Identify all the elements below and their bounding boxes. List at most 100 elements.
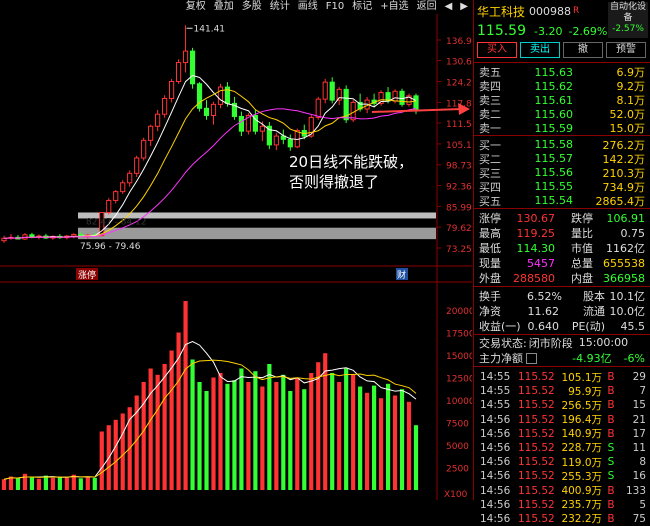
candle-down [287,138,293,148]
trade-time: 14:56 [480,470,511,483]
volume-bar [162,364,167,490]
trade-volume: 235.7万 [561,499,602,512]
fund-value: 10.1亿 [609,290,646,304]
stat-value: 119.25 [516,226,556,240]
trade-side: S [607,470,615,483]
fund-row: 净资 11.62 流通 10.0亿 [474,304,650,319]
trade-count: 8 [639,456,646,469]
trade-count: 17 [632,427,646,440]
stat-value: 366958 [603,271,645,285]
price-tick-label: 105.1 [446,141,472,151]
trade-time: 14:55 [480,371,511,384]
trade-time: 14:56 [480,512,511,525]
chart-area[interactable]: 复权 叠加 多股 统计 画线 F10 标记 +自选 返回 ◀ ▶ 136.9 13… [0,0,472,500]
fund-value: 0.640 [527,319,560,333]
trade-volume: 196.4万 [561,414,602,427]
fund-key: 流通 [583,305,605,319]
trade-count: 16 [632,470,646,483]
trade-price: 115.52 [518,512,555,525]
fundamentals-list: 换手 6.52% 股本 10.1亿 净资 11.62 流通 10.0亿 收益(一) 0.640 PE… [474,287,650,334]
trade-price: 115.52 [518,427,555,440]
volume-tick-label: 5000 [446,442,469,452]
fund-row: 换手 6.52% 股本 10.1亿 [474,289,650,304]
volume-tick-label: 20000 [446,307,472,317]
trade-time: 14:56 [480,484,511,497]
expand-icon[interactable] [526,352,537,364]
trade-time: 14:56 [480,456,511,469]
ask-row[interactable]: 卖五 115.63 6.9万 [474,65,650,80]
ask-row[interactable]: 卖三 115.61 8.1万 [474,93,650,108]
bid-row[interactable]: 买四 115.55 734.9万 [474,180,650,194]
volume-bar [392,395,398,490]
volume-bar [92,477,97,490]
trade-count: 15 [632,399,646,412]
volume-unit-label: X100 [444,490,468,500]
volume-bar [365,392,370,490]
volume-bar [385,383,391,490]
volume-bar [330,373,335,490]
trade-side: B [607,512,615,525]
trade-volume: 105.1万 [561,371,602,384]
ask-price: 115.59 [534,121,574,135]
alert-button[interactable]: 预警 [606,42,646,58]
price-tick-label: 130.6 [446,58,472,68]
trade-side: B [607,385,615,398]
trade-row: 14:56 115.52 400.9万 B 133 [474,483,650,498]
volume-bar [141,382,146,490]
stat-key: 涨停 [479,212,501,226]
bid-row[interactable]: 买五 115.54 2865.4万 [474,194,650,208]
buy-button[interactable]: 买入 [477,42,517,58]
trade-side: B [607,371,615,384]
support-zone-lower [78,227,436,240]
annotation-line-1: 20日线不能跌破， [289,153,414,171]
bid-row[interactable]: 买一 115.58 276.2万 [474,137,650,152]
volume-bar [197,382,202,490]
sector-change: -2.57% [612,24,644,34]
volume-bar [413,425,419,490]
candle-up [182,50,189,64]
tick-trade-list[interactable]: 14:55 115.52 105.1万 B 29 14:55 115.52 95.9万 B 7 14… [474,367,650,526]
candle-up [315,98,321,118]
sector-name-line1: 自动化设 [609,2,646,12]
volume-bar [113,419,118,490]
volume-bar [50,477,55,490]
volume-bar [274,382,279,490]
flow-label: 主力净额 [479,352,523,366]
ask-row[interactable]: 卖四 115.62 9.2万 [474,79,650,94]
candle-up [175,62,182,83]
volume-bar [148,368,153,490]
main-flow-row[interactable]: 主力净额 -4.93亿 -6% [474,351,650,366]
ask-price: 115.61 [534,93,574,107]
candle-up [134,157,140,174]
volume-bar [337,382,342,490]
volume-bar [344,368,349,490]
trade-side: B [607,484,615,497]
fund-value: 6.52% [527,289,562,303]
ask-row[interactable]: 卖二 115.60 52.0万 [474,107,650,122]
ask-row[interactable]: 卖一 115.59 15.0万 [474,121,650,136]
bid-row[interactable]: 买二 115.57 142.2万 [474,152,650,166]
candle-down [413,95,419,111]
volume-bar [295,377,300,490]
cancel-order-button[interactable]: 撤 [563,42,603,58]
trade-volume: 400.9万 [561,485,602,498]
sell-button[interactable]: 卖出 [520,42,560,58]
flow-pct: -6% [623,351,645,365]
candle-up [127,172,133,184]
last-price: 115.59 [477,23,526,39]
candle-up [259,125,265,132]
status-label: 交易状态: [479,336,527,350]
stat-value: 0.75 [620,226,646,240]
kline-chart[interactable]: 136.9130.6124.2117.8111.5105.198.7392.36… [0,0,472,500]
ask-price: 115.63 [534,65,574,79]
candle-up [217,86,224,105]
volume-tick-label: 17500 [446,330,472,340]
sector-badge[interactable]: 自动化设 备 -2.57% [608,2,648,38]
trade-price: 115.52 [518,399,555,412]
trade-volume: 95.9万 [568,385,602,398]
fund-row: 收益(一) 0.640 PE(动) 45.5 [474,319,650,334]
status-value: 闭市阶段 [528,336,573,350]
bid-row[interactable]: 买三 115.56 210.3万 [474,166,650,180]
trade-price: 115.52 [518,484,555,497]
fund-value: 45.5 [620,319,646,333]
